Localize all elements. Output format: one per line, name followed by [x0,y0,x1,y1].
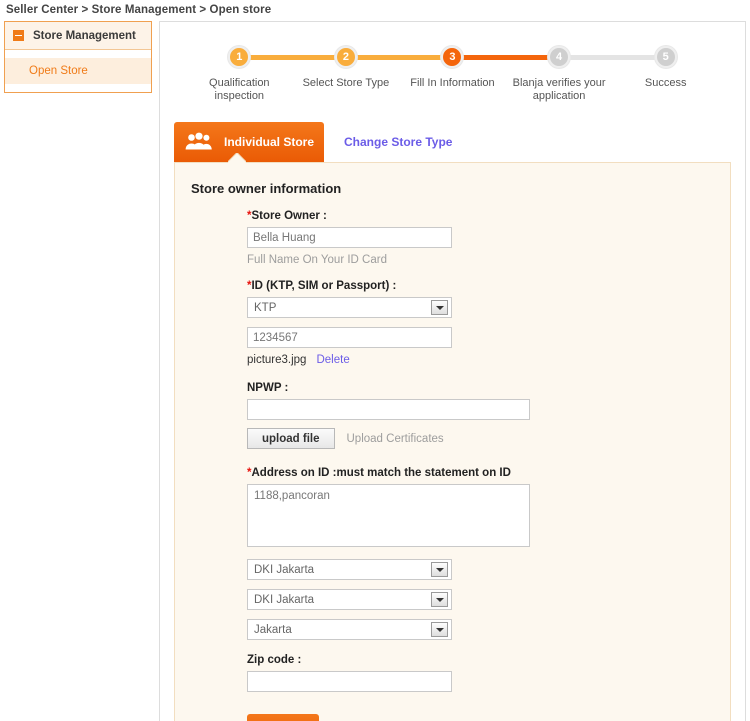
sidebar: Store Management Open Store [4,21,152,93]
step-circle-3: 3 [441,46,464,68]
field-address: *Address on ID :must match the statement… [247,467,730,640]
step-connector-2 [345,55,453,60]
chevron-down-icon[interactable] [431,622,448,637]
field-store-owner: *Store Owner : Full Name On Your ID Card [247,210,730,266]
label-store-owner-text: Store Owner : [251,210,327,222]
label-id-type-text: ID (KTP, SIM or Passport) : [251,280,397,292]
step-1: 1 [186,44,346,70]
people-group-icon [180,132,218,153]
store-type-tab-row: Individual Store Change Store Type [174,122,745,162]
label-store-owner: *Store Owner : [247,210,730,222]
zip-code-input[interactable] [247,671,452,692]
label-address-text: Address on ID :must match the statement … [251,467,511,479]
stepper-labels: Qualification inspection Select Store Ty… [172,77,733,103]
id-file-name: picture3.jpg [247,354,307,366]
field-zip-code: Zip code : Next [247,654,730,721]
step-label-3: Fill In Information [410,77,495,89]
label-address: *Address on ID :must match the statement… [247,467,730,479]
step-circle-1: 1 [228,46,251,68]
collapse-minus-icon[interactable] [13,30,24,41]
tab-individual-store-label: Individual Store [224,135,315,149]
step-label-1: Qualification inspection [209,77,270,102]
chevron-down-icon[interactable] [431,562,448,577]
step-label-2: Select Store Type [302,77,390,89]
breadcrumb: Seller Center > Store Management > Open … [6,4,272,16]
upload-certificates-caption: Upload Certificates [346,432,444,445]
sidebar-item-label: Open Store [29,65,88,77]
page-title: Store owner information [191,181,342,196]
province-selected-value: DKI Jakarta [254,563,315,576]
npwp-upload-row: upload file Upload Certificates [247,428,730,449]
id-number-input[interactable] [247,327,452,348]
store-owner-form-panel: Store owner information *Store Owner : F… [174,162,731,721]
progress-stepper: 1 2 3 4 5 Qualification inspection Selec… [172,44,733,118]
district-select[interactable]: Jakarta [247,619,452,640]
sidebar-footer-space [5,84,151,92]
sidebar-item-open-store[interactable]: Open Store [5,58,151,84]
id-type-selected-value: KTP [254,301,277,314]
sidebar-divider [5,50,151,58]
step-label-4: Blanja verifies your application [512,77,606,102]
label-zip-code: Zip code : [247,654,302,666]
stepper-track: 1 2 3 4 5 [172,44,733,70]
step-circle-2: 2 [334,46,357,68]
id-type-select[interactable]: KTP [247,297,452,318]
province-select[interactable]: DKI Jakarta [247,559,452,580]
upload-file-button[interactable]: upload file [247,428,335,449]
npwp-input[interactable] [247,399,530,420]
label-id-type: *ID (KTP, SIM or Passport) : [247,280,730,292]
district-selected-value: Jakarta [254,623,292,636]
id-file-row: picture3.jpg Delete [247,354,730,366]
field-id-type: *ID (KTP, SIM or Passport) : KTP picture… [247,280,730,366]
sidebar-header[interactable]: Store Management [5,22,151,50]
step-connector-4 [559,55,666,60]
chevron-down-icon[interactable] [431,592,448,607]
label-npwp: NPWP : [247,382,289,394]
address-textarea[interactable] [247,484,530,547]
step-connector-3 [452,55,560,60]
delete-id-file-link[interactable]: Delete [316,354,349,366]
tab-individual-store[interactable]: Individual Store [174,122,324,162]
step-connector-1 [239,55,346,60]
step-circle-4: 4 [548,46,571,68]
chevron-down-icon[interactable] [431,300,448,315]
content-card: 1 2 3 4 5 Qualification inspection Selec… [159,21,746,721]
hint-store-owner: Full Name On Your ID Card [247,254,387,266]
city-selected-value: DKI Jakarta [254,593,315,606]
store-owner-input[interactable] [247,227,452,248]
step-label-5: Success [644,77,687,89]
sidebar-header-label: Store Management [33,29,136,42]
step-circle-5: 5 [654,46,677,68]
city-select[interactable]: DKI Jakarta [247,589,452,610]
form-panel-wrapper: Store owner information *Store Owner : F… [174,162,731,721]
panel-notch-arrow [228,153,246,163]
next-button[interactable]: Next [247,714,319,721]
field-npwp: NPWP : upload file Upload Certificates [247,382,730,449]
change-store-type-link[interactable]: Change Store Type [344,135,452,149]
page-layout: Store Management Open Store 1 2 3 4 5 Qu… [0,21,750,721]
